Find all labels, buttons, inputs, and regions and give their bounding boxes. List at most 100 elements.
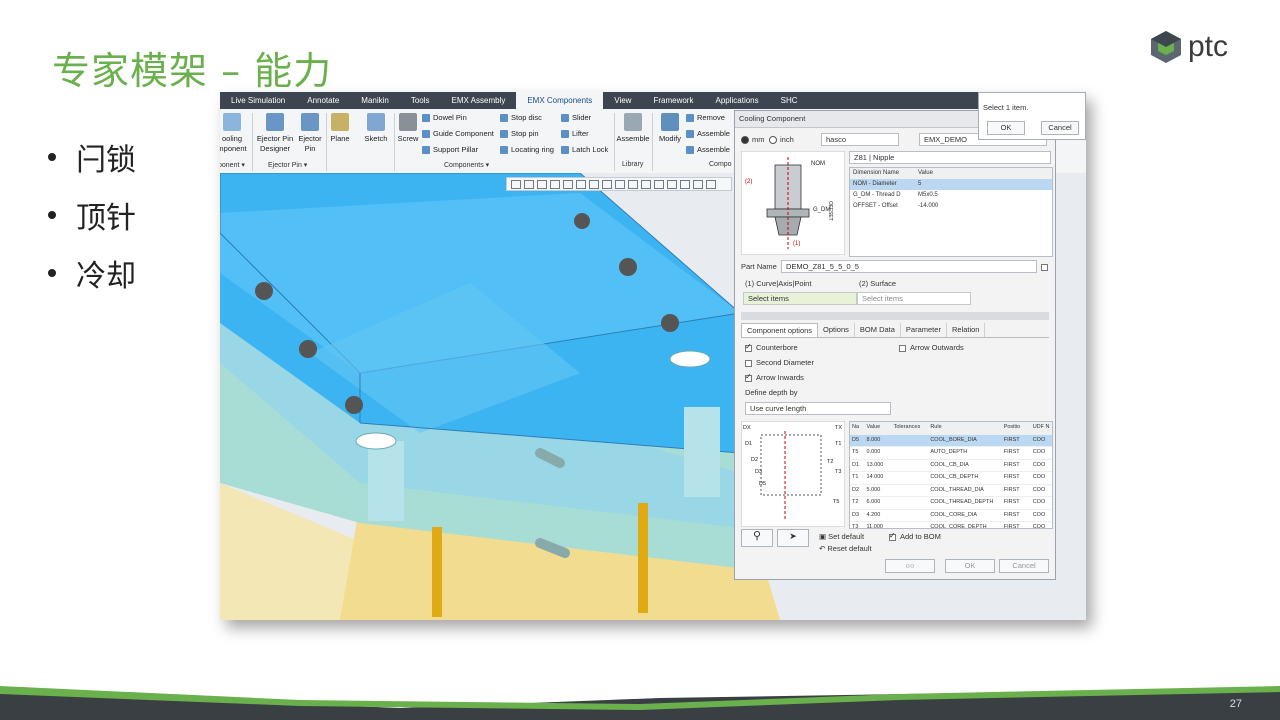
preview-button[interactable]: ○○ [885,559,935,573]
table-row[interactable]: T1 14.000 COOL_CB_DEPTH FIRST COO [850,472,1052,485]
zoom-in-icon[interactable] [524,179,534,189]
plane-button[interactable]: Plane [328,113,352,144]
perspective-icon[interactable] [615,179,625,189]
zoom-out-icon[interactable] [537,179,547,189]
screw-button[interactable]: Screw [396,113,420,144]
stop-pin-button[interactable]: Stop pin [500,129,539,139]
lifter-button[interactable]: Lifter [561,129,589,139]
reset-default-button[interactable]: ↶ Reset default [819,544,872,553]
tab-relation[interactable]: Relation [947,323,986,337]
ref1-collector[interactable]: Select items [743,292,857,305]
table-row[interactable]: NOM - Diameter 5 [850,179,1052,190]
ejector-pin-designer-button[interactable]: Ejector Pin Designer [254,113,296,154]
part-name-input[interactable]: DEMO_Z81_5_5_0_5 [781,260,1037,273]
guide-component-button[interactable]: Guide Component [422,129,494,139]
ejector-pin-button[interactable]: Ejector Pin [296,113,324,154]
param-value-cell[interactable]: 8.000 [865,435,892,447]
repaint-icon[interactable] [550,179,560,189]
counterbore-checkbox[interactable]: Counterbore [745,342,798,352]
set-default-button[interactable]: ▣ Set default [819,532,864,541]
orient-icon[interactable] [563,179,573,189]
param-value-cell[interactable]: 5.000 [865,485,892,497]
ejector-pin-group-label[interactable]: Ejector Pin ▾ [268,161,307,169]
tab-live-simulation[interactable]: Live Simulation [220,92,296,109]
dimension-value-cell[interactable]: 5 [915,179,958,190]
tab-emx-components[interactable]: EMX Components [516,92,604,109]
tab-view[interactable]: View [603,92,642,109]
table-row[interactable]: D5 8.000 COOL_BORE_DIA FIRST COO [850,434,1052,447]
param-value-cell[interactable]: 6.000 [865,497,892,509]
tab-emx-assembly[interactable]: EMX Assembly [441,92,517,109]
slider-button[interactable]: Slider [561,113,591,123]
assemble-small-button[interactable]: Assemble [686,129,730,139]
supplier-select[interactable]: hasco [821,133,899,146]
point-display-icon[interactable] [680,179,690,189]
stop-disc-button[interactable]: Stop disc [500,113,542,123]
tab-bom-data[interactable]: BOM Data [855,323,901,337]
tab-options[interactable]: Options [818,323,855,337]
remove-button[interactable]: Remove [686,113,725,123]
select-button[interactable]: ➤ [777,529,809,547]
table-row[interactable]: T5 0.000 AUTO_DEPTH FIRST COO [850,447,1052,460]
assemble-small-button-2[interactable]: Assemble [686,145,730,155]
tab-manikin[interactable]: Manikin [350,92,400,109]
zoom-fit-icon[interactable] [511,179,521,189]
tab-component-options[interactable]: Component options [741,323,819,337]
component-type-select[interactable]: Z81 | Nipple [849,151,1051,164]
dimension-value-cell[interactable]: -14.000 [915,201,958,212]
arrow-inwards-checkbox[interactable]: Arrow Inwards [745,372,804,382]
search-button[interactable]: ⚲ [741,529,773,547]
plane-display-icon[interactable] [706,179,716,189]
part-name-checkbox[interactable] [1041,262,1052,271]
popup-ok-button[interactable]: OK [987,121,1025,135]
section-icon[interactable] [602,179,612,189]
ok-button[interactable]: OK [945,559,995,573]
tab-parameter[interactable]: Parameter [901,323,947,337]
table-row[interactable]: T3 11.000 COOL_CORE_DEPTH FIRST COO [850,522,1052,528]
tab-annotate[interactable]: Annotate [296,92,350,109]
ref2-collector[interactable]: Select items [857,292,971,305]
table-row[interactable]: G_DM - Thread D M5x0.5 [850,190,1052,201]
dimension-value-cell[interactable]: M5x0.5 [915,190,958,201]
arrow-outwards-checkbox[interactable]: Arrow Outwards [899,343,964,352]
saved-views-icon[interactable] [576,179,586,189]
add-to-bom-checkbox[interactable]: Add to BOM [889,531,941,541]
section-collapse-bar[interactable] [741,312,1049,320]
spin-center-icon[interactable] [654,179,664,189]
table-row[interactable]: D3 4.200 COOL_CORE_DIA FIRST COO [850,510,1052,522]
table-row[interactable]: D1 13.000 COOL_CB_DIA FIRST COO [850,460,1052,472]
param-value-cell[interactable]: 13.000 [865,460,892,472]
table-row[interactable]: D2 5.000 COOL_THREAD_DIA FIRST COO [850,485,1052,497]
components-group-label[interactable]: Components ▾ [444,161,489,169]
tab-tools[interactable]: Tools [400,92,441,109]
tab-shc[interactable]: SHC [770,92,809,109]
support-pillar-button[interactable]: Support Pillar [422,145,478,155]
unit-mm-radio[interactable]: mm [741,135,765,145]
cancel-button[interactable]: Cancel [999,559,1049,573]
sketch-button[interactable]: Sketch [362,113,390,144]
latch-lock-button[interactable]: Latch Lock [561,145,608,155]
unit-inch-radio[interactable]: inch [769,135,794,145]
tab-framework[interactable]: Framework [642,92,704,109]
table-row[interactable]: T2 6.000 COOL_THREAD_DEPTH FIRST COO [850,497,1052,510]
second-diameter-checkbox[interactable]: Second Diameter [745,358,814,367]
tab-applications[interactable]: Applications [704,92,769,109]
display-style-icon[interactable] [589,179,599,189]
param-value-cell[interactable]: 14.000 [865,472,892,484]
cooling-component-button[interactable]: ooling mponent [220,113,248,154]
locating-ring-button[interactable]: Locating ring [500,145,554,155]
param-value-cell[interactable]: 0.000 [865,447,892,459]
annotation-display-icon[interactable] [641,179,651,189]
popup-cancel-button[interactable]: Cancel [1041,121,1079,135]
depth-mode-select[interactable]: Use curve length [745,402,891,415]
modify-button[interactable]: Modify [654,113,686,144]
component-group-label[interactable]: ponent ▾ [220,161,245,169]
axis-display-icon[interactable] [693,179,703,189]
table-row[interactable]: OFFSET - Offset -14.000 [850,201,1052,212]
param-value-cell[interactable]: 11.000 [865,522,892,528]
dowel-pin-button[interactable]: Dowel Pin [422,113,467,123]
assemble-button[interactable]: Assemble [616,113,650,144]
datum-display-icon[interactable] [628,179,638,189]
param-value-cell[interactable]: 4.200 [865,510,892,522]
csys-icon[interactable] [667,179,677,189]
